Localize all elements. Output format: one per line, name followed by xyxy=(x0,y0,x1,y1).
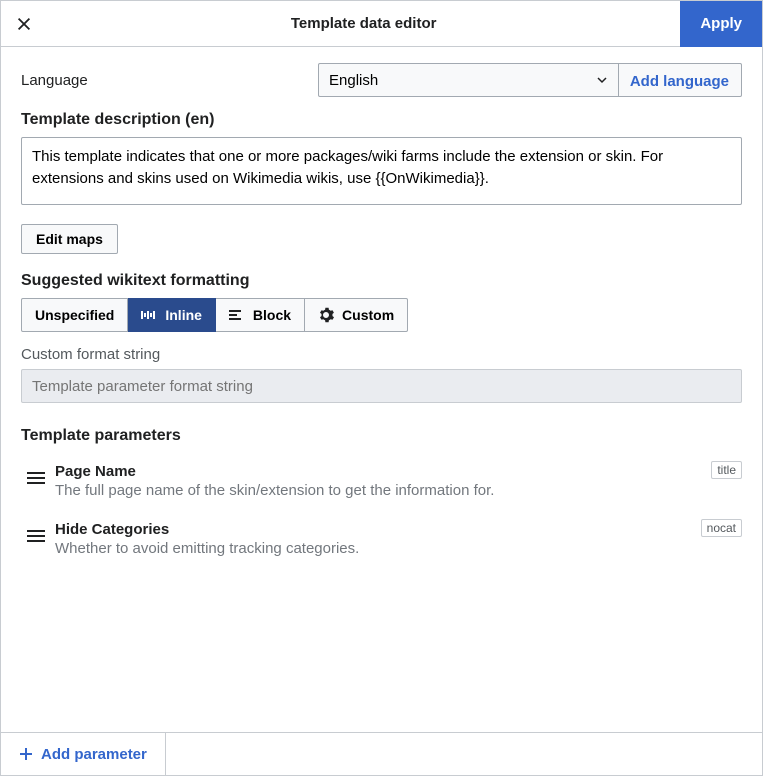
format-custom-button[interactable]: Custom xyxy=(305,298,408,332)
format-inline-button[interactable]: Inline xyxy=(128,298,216,332)
drag-icon xyxy=(27,529,45,543)
format-option-label: Custom xyxy=(342,307,394,323)
drag-icon xyxy=(27,471,45,485)
description-label: Template description (en) xyxy=(21,111,742,129)
dialog-content: Language English Add language Template d… xyxy=(1,47,762,732)
add-parameter-button[interactable]: Add parameter xyxy=(1,733,166,775)
parameter-name: Page Name xyxy=(55,463,742,480)
description-textarea[interactable] xyxy=(21,137,742,205)
close-button[interactable] xyxy=(1,1,47,47)
drag-handle[interactable] xyxy=(21,521,51,543)
custom-format-input[interactable] xyxy=(21,369,742,403)
parameter-row[interactable]: Hide Categories Whether to avoid emittin… xyxy=(21,513,742,571)
plus-icon xyxy=(19,747,33,761)
format-option-label: Block xyxy=(253,307,291,323)
language-controls: English Add language xyxy=(318,63,742,97)
language-select-wrap: English xyxy=(319,64,619,96)
apply-button[interactable]: Apply xyxy=(680,1,762,47)
formatting-label: Suggested wikitext formatting xyxy=(21,272,742,290)
inline-icon xyxy=(141,309,157,321)
parameter-body: Page Name The full page name of the skin… xyxy=(55,463,742,499)
dialog-title: Template data editor xyxy=(47,15,680,32)
add-language-link[interactable]: Add language xyxy=(618,64,741,98)
format-block-button[interactable]: Block xyxy=(216,298,305,332)
formatting-group: Unspecified Inline Block Custom xyxy=(21,298,742,332)
language-label: Language xyxy=(21,72,306,89)
dialog-header: Template data editor Apply xyxy=(1,1,762,47)
parameter-description: The full page name of the skin/extension… xyxy=(55,482,742,499)
parameter-description: Whether to avoid emitting tracking categ… xyxy=(55,540,742,557)
parameter-tag: title xyxy=(711,461,742,479)
dialog-footer: Add parameter xyxy=(1,732,762,775)
format-unspecified-button[interactable]: Unspecified xyxy=(21,298,128,332)
gear-icon xyxy=(318,307,334,323)
edit-maps-button[interactable]: Edit maps xyxy=(21,224,118,254)
format-option-label: Unspecified xyxy=(35,307,114,323)
parameters-label: Template parameters xyxy=(21,427,742,445)
parameter-body: Hide Categories Whether to avoid emittin… xyxy=(55,521,742,557)
add-parameter-label: Add parameter xyxy=(41,746,147,763)
drag-handle[interactable] xyxy=(21,463,51,485)
language-select[interactable]: English xyxy=(319,64,618,96)
parameter-row[interactable]: Page Name The full page name of the skin… xyxy=(21,455,742,513)
language-row: Language English Add language xyxy=(21,63,742,97)
close-icon xyxy=(15,15,33,33)
format-option-label: Inline xyxy=(165,307,202,323)
parameter-name: Hide Categories xyxy=(55,521,742,538)
custom-format-label: Custom format string xyxy=(21,346,742,363)
parameter-tag: nocat xyxy=(701,519,742,537)
block-icon xyxy=(229,309,245,321)
parameters-list: Page Name The full page name of the skin… xyxy=(21,455,742,571)
